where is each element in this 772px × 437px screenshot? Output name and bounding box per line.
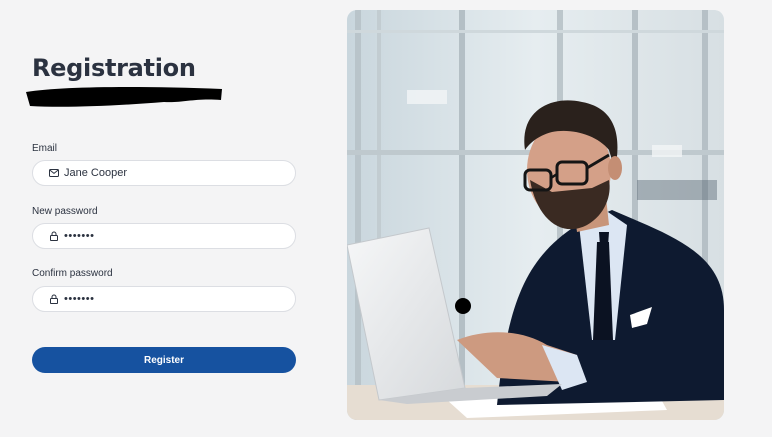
new-password-label: New password <box>32 206 98 217</box>
confirm-password-label: Confirm password <box>32 268 113 279</box>
page-title: Registration <box>32 54 196 82</box>
register-button[interactable]: Register <box>32 347 296 373</box>
new-password-value: ••••••• <box>64 229 95 242</box>
office-scene-image <box>347 10 724 420</box>
lock-icon <box>48 293 60 305</box>
mail-icon <box>48 167 60 179</box>
registration-form: Registration Email Jane Cooper New passw… <box>26 0 296 437</box>
redaction-scribble <box>26 87 222 107</box>
new-password-field[interactable]: ••••••• <box>32 223 296 249</box>
office-photo <box>347 10 724 420</box>
email-value: Jane Cooper <box>64 166 127 179</box>
confirm-password-field[interactable]: ••••••• <box>32 286 296 312</box>
confirm-password-value: ••••••• <box>64 292 95 305</box>
email-field[interactable]: Jane Cooper <box>32 160 296 186</box>
lock-icon <box>48 230 60 242</box>
email-label: Email <box>32 143 58 154</box>
